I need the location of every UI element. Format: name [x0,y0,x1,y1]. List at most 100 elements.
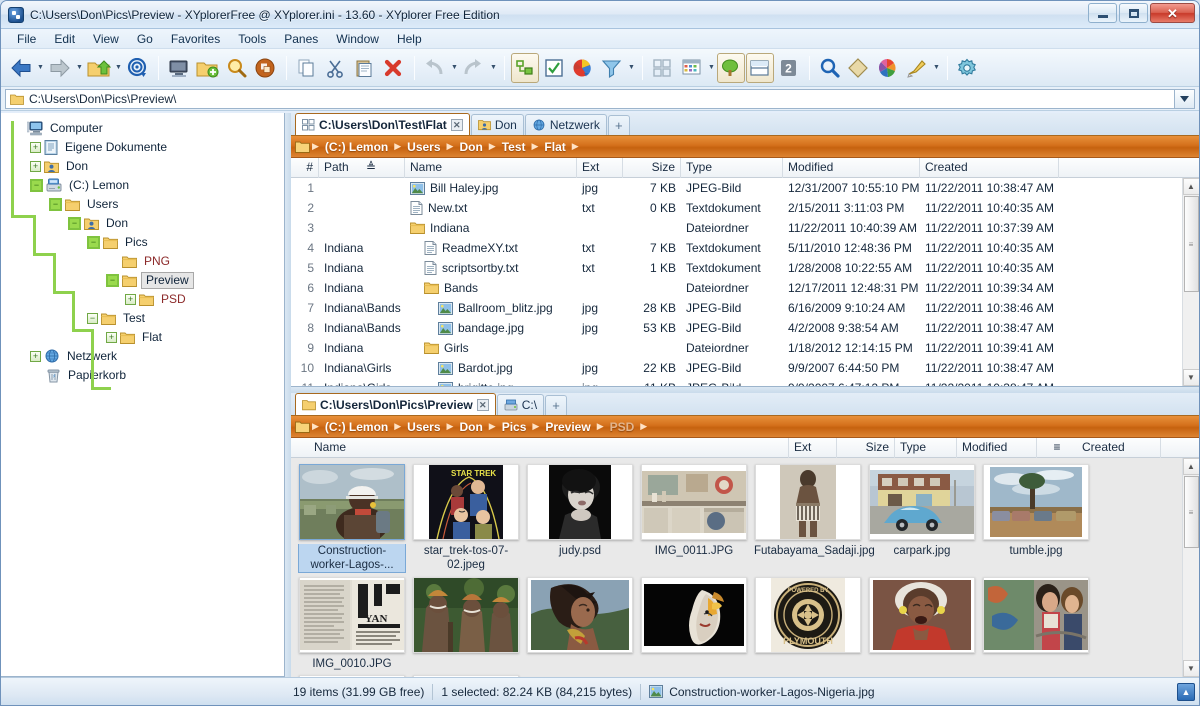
details-view-button[interactable] [678,53,706,83]
thumbnail-item[interactable]: tumble.jpg [981,464,1091,573]
checkbox-button[interactable] [540,53,568,83]
tag-button[interactable] [845,53,873,83]
search-folder-button[interactable] [223,53,251,83]
paste-button[interactable] [351,53,379,83]
find-button[interactable] [816,53,844,83]
copy-button[interactable] [293,53,321,83]
thumbnail-item[interactable] [411,577,521,671]
breadcrumb-item[interactable]: Pics [496,420,533,434]
tree-toggle-collapse-icon[interactable]: − [106,274,119,287]
bcol-name[interactable]: Name [309,437,789,458]
thumbnail-item[interactable]: Construction-worker-Lagos-... [297,464,407,573]
highlight-button[interactable] [903,53,931,83]
tree-item-c-lemon[interactable]: − (C:) Lemon [7,176,284,195]
table-row[interactable]: 7 Indiana\Bands Ballroom_blitz.jpg jpg 28 KB… [291,298,1182,318]
top-tab-netzwerk[interactable]: Netzwerk [524,114,607,135]
bscroll-thumb[interactable]: ≡ [1183,476,1199,548]
breadcrumb-item[interactable]: Don [453,420,488,434]
up-folder-button[interactable] [85,53,113,83]
tree-item-users[interactable]: − Users [7,195,284,214]
tree-item-don[interactable]: − Don [7,214,284,233]
back-dropdown-icon[interactable]: ▼ [36,55,45,81]
table-row[interactable]: 8 Indiana\Bands bandage.jpg jpg 53 KB JPEG-Bi… [291,318,1182,338]
tree-toggle-expand-icon[interactable]: + [30,351,41,362]
col-path[interactable]: Path ≜ [319,157,405,178]
thumbnail-item[interactable]: Futabayama_Sadaji.jpg [753,464,875,573]
top-tab-flat[interactable]: C:\Users\Don\Test\Flat ✕ [295,113,470,135]
table-row[interactable]: 1 Bill Haley.jpg jpg 7 KB JPEG-Bild 12/31/200… [291,178,1182,198]
top-tab-close-icon[interactable]: ✕ [450,118,463,131]
scroll-to-top-button[interactable]: ▲ [1177,682,1195,701]
cut-button[interactable] [322,53,350,83]
clone-button[interactable] [252,53,280,83]
top-tab-add-button[interactable]: + [607,115,630,135]
breadcrumb-item[interactable]: (C:) Lemon [319,140,394,154]
thumbnail-item[interactable]: IMG_0011.JPG [639,464,749,573]
settings-button[interactable] [954,53,982,83]
target-button[interactable] [124,53,152,83]
table-row[interactable]: 4 Indiana ReadmeXY.txt txt 7 KB Textdokument 5… [291,238,1182,258]
minimize-button[interactable] [1088,3,1117,23]
highlight-dropdown-icon[interactable]: ▼ [932,55,941,81]
tree-toggle-collapse-icon[interactable]: − [87,313,98,324]
bcol-created[interactable]: Created [1077,437,1161,458]
breadcrumb-item[interactable]: Users [401,420,446,434]
delete-button[interactable] [380,53,408,83]
thumbnail-item[interactable] [639,577,749,671]
up-folder-dropdown-icon[interactable]: ▼ [114,55,123,81]
top-file-list[interactable]: 1 Bill Haley.jpg jpg 7 KB JPEG-Bild 12/31/200… [291,178,1182,386]
undo-button[interactable] [421,53,449,83]
top-tab-don[interactable]: Don [470,114,524,135]
filter-indicator-icon[interactable]: ≡ [1037,438,1077,458]
table-row[interactable]: 3 Indiana Dateiordner 11/22/2011 10:40:39 A… [291,218,1182,238]
bcol-ext[interactable]: Ext [789,437,837,458]
tree-toggle-expand-icon[interactable]: + [106,332,117,343]
bottom-tab-c[interactable]: C:\ [496,394,545,415]
new-folder-button[interactable] [194,53,222,83]
tree-item-test[interactable]: − Test [7,309,284,328]
breadcrumb-item[interactable]: Don [453,140,488,154]
filter-button[interactable] [598,53,626,83]
forward-button[interactable] [46,53,74,83]
tree-item-eigene-dokumente[interactable]: + Eigene Dokumente [7,138,284,157]
thumbnail-item[interactable]: STAR TREK star_trek-tos-07-02.jpeg [411,464,521,573]
breadcrumb-item[interactable]: Flat [538,140,571,154]
bottom-tab-preview[interactable]: C:\Users\Don\Pics\Preview ✕ [295,393,496,415]
tree-item-don[interactable]: + Don [7,157,284,176]
bottom-tab-close-icon[interactable]: ✕ [476,398,489,411]
tree-item-pics[interactable]: − Pics [7,233,284,252]
undo-dropdown-icon[interactable]: ▼ [450,55,459,81]
tree-item-flat[interactable]: + Flat [7,328,284,347]
thumbnail-item[interactable] [981,577,1091,671]
table-row[interactable]: 11Indiana\Girls brigitte.jpg jpg11 KBJPEG-… [291,378,1182,386]
top-pane-scrollbar[interactable]: ▲ ≡ ▼ [1182,178,1199,386]
menu-item-go[interactable]: Go [129,30,161,48]
filter-dropdown-icon[interactable]: ▼ [627,55,636,81]
maximize-button[interactable] [1119,3,1148,23]
bscroll-down-button[interactable]: ▼ [1182,660,1199,677]
tree-item-netzwerk[interactable]: +Netzwerk [7,347,284,366]
bottom-pane-scrollbar[interactable]: ▲ ≡ ▼ [1182,458,1199,677]
dual-pane-button[interactable]: 2 [775,53,803,83]
tree-toggle-expand-icon[interactable]: + [30,142,41,153]
scroll-up-button[interactable]: ▲ [1182,178,1199,195]
report-button[interactable] [569,53,597,83]
tree-item-psd[interactable]: + PSD [7,290,284,309]
bcol-modified[interactable]: Modified [957,437,1037,458]
back-button[interactable] [7,53,35,83]
folder-tree-panel[interactable]: Computer + Eigene Dokumente + Don − (C:) Lemon… [1,113,285,677]
tree-item-papierkorb[interactable]: Papierkorb [7,366,284,385]
table-row[interactable]: 2 New.txt txt 0 KB Textdokument 2/15/2011 3:1… [291,198,1182,218]
col-size[interactable]: Size [623,157,681,178]
table-row[interactable]: 9 Indiana Girls Dateiordner 1/18/2012 12:14:… [291,338,1182,358]
col-number[interactable]: # [291,157,319,178]
breadcrumb-item[interactable]: Test [496,140,532,154]
details-dropdown-icon[interactable]: ▼ [707,55,716,81]
thumbnail-item[interactable]: carpark.jpg [867,464,977,573]
table-row[interactable]: 5 Indiana scriptsortby.txt txt 1 KB Textdokum… [291,258,1182,278]
tree-item-computer[interactable]: Computer [7,119,284,138]
redo-button[interactable] [460,53,488,83]
table-row[interactable]: 10 Indiana\Girls Bardot.jpg jpg 22 KB JPEG-Bi… [291,358,1182,378]
tree-toggle-collapse-icon[interactable]: − [49,198,62,211]
thumbnail-item[interactable]: YAN IMG_0010.JPG [297,577,407,671]
